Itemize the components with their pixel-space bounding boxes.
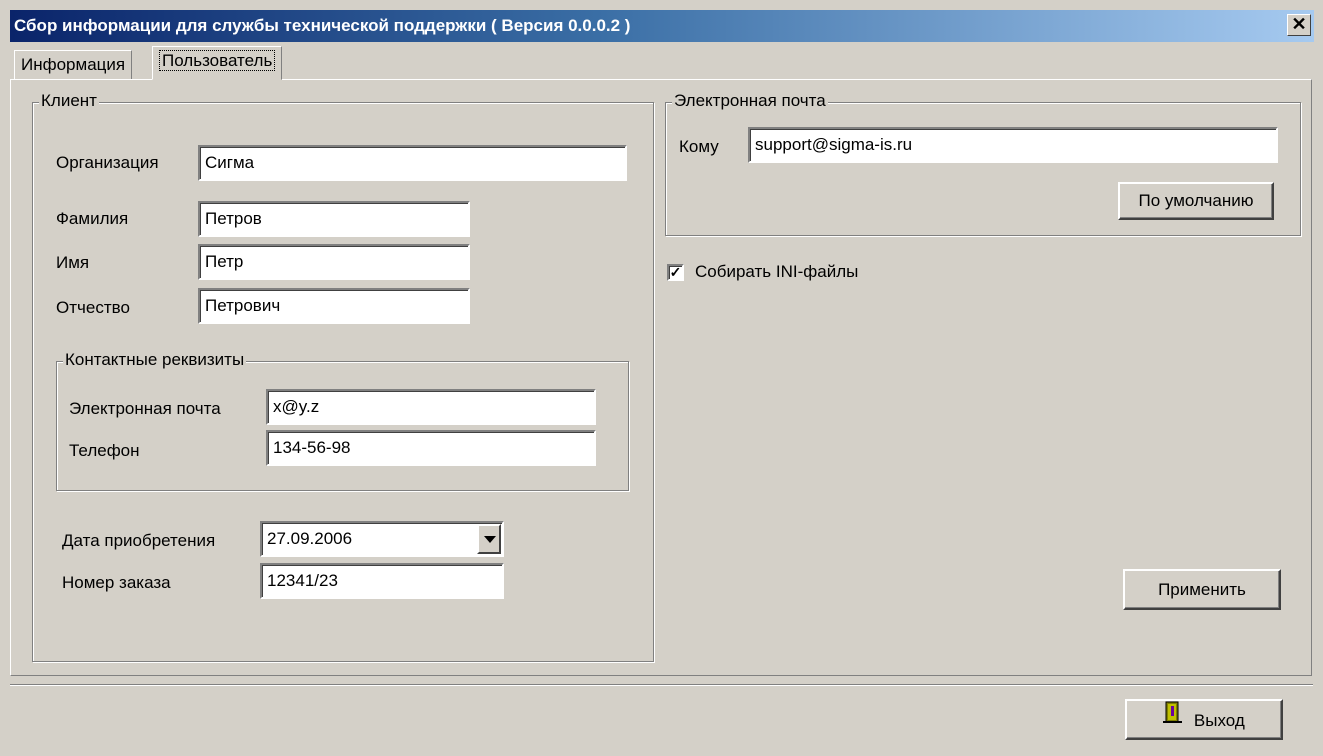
order-number-field[interactable]: 12341/23 xyxy=(260,563,504,599)
last-name-field[interactable]: Петров xyxy=(198,201,470,237)
tab-user[interactable]: Пользователь xyxy=(152,46,283,80)
window-title: Сбор информации для службы технической п… xyxy=(14,16,631,35)
checkmark-icon: ✓ xyxy=(669,264,682,280)
main-window: Сбор информации для службы технической п… xyxy=(0,0,1323,756)
purchase-date-label: Дата приобретения xyxy=(62,531,216,550)
bottom-divider xyxy=(10,684,1313,686)
first-name-value: Петр xyxy=(205,252,244,271)
phone-value: 134-56-98 xyxy=(273,438,351,457)
collect-ini-label[interactable]: Собирать INI-файлы xyxy=(695,262,858,282)
recipient-email-field[interactable]: support@sigma-is.ru xyxy=(748,127,1278,163)
last-name-value: Петров xyxy=(205,209,262,228)
client-group: Клиент Организация Сигма Фамилия Петров … xyxy=(32,91,654,662)
organization-label: Организация xyxy=(56,153,159,172)
purchase-date-dropdown-button[interactable] xyxy=(477,524,501,554)
phone-field[interactable]: 134-56-98 xyxy=(266,430,596,466)
chevron-down-icon xyxy=(484,536,496,543)
patronymic-value: Петрович xyxy=(205,296,281,315)
purchase-date-value: 27.09.2006 xyxy=(267,529,353,548)
close-icon: ✕ xyxy=(1291,14,1307,34)
title-bar: Сбор информации для службы технической п… xyxy=(10,10,1314,42)
contacts-group: Контактные реквизиты Электронная почта x… xyxy=(56,350,629,491)
organization-value: Сигма xyxy=(205,153,255,172)
first-name-field[interactable]: Петр xyxy=(198,244,470,280)
purchase-date-select[interactable]: 27.09.2006 xyxy=(260,521,504,557)
recipient-label: Кому xyxy=(679,137,719,156)
first-name-label: Имя xyxy=(56,253,90,272)
patronymic-field[interactable]: Петрович xyxy=(198,288,470,324)
collect-ini-checkbox[interactable]: ✓ xyxy=(667,264,684,281)
order-number-label: Номер заказа xyxy=(62,573,171,592)
tab-information[interactable]: Информация xyxy=(14,50,133,80)
organization-field[interactable]: Сигма xyxy=(198,145,627,181)
client-group-label: Клиент xyxy=(39,91,99,111)
recipient-email-value: support@sigma-is.ru xyxy=(755,135,913,154)
default-recipient-button[interactable]: По умолчанию xyxy=(1118,182,1274,220)
contact-email-label: Электронная почта xyxy=(69,399,221,418)
order-number-value: 12341/23 xyxy=(267,571,338,590)
door-exit-icon xyxy=(1163,700,1183,737)
patronymic-label: Отчество xyxy=(56,298,130,317)
email-settings-group: Электронная почта Кому support@sigma-is.… xyxy=(665,91,1301,236)
contact-email-value: x@y.z xyxy=(273,397,320,416)
close-window-button[interactable]: ✕ xyxy=(1287,14,1311,36)
contact-email-field[interactable]: x@y.z xyxy=(266,389,596,425)
tab-user-label: Пользователь xyxy=(159,50,276,71)
last-name-label: Фамилия xyxy=(56,209,129,228)
exit-button[interactable]: Выход xyxy=(1125,699,1283,740)
apply-button-label: Применить xyxy=(1158,580,1246,599)
apply-button[interactable]: Применить xyxy=(1123,569,1281,610)
contacts-group-label: Контактные реквизиты xyxy=(63,350,247,370)
default-recipient-button-label: По умолчанию xyxy=(1138,191,1254,210)
email-settings-group-label: Электронная почта xyxy=(672,91,828,111)
tab-information-label: Информация xyxy=(21,55,126,74)
phone-label: Телефон xyxy=(69,441,140,460)
tab-panel-user: Клиент Организация Сигма Фамилия Петров … xyxy=(10,79,1312,676)
exit-button-label: Выход xyxy=(1193,711,1245,731)
